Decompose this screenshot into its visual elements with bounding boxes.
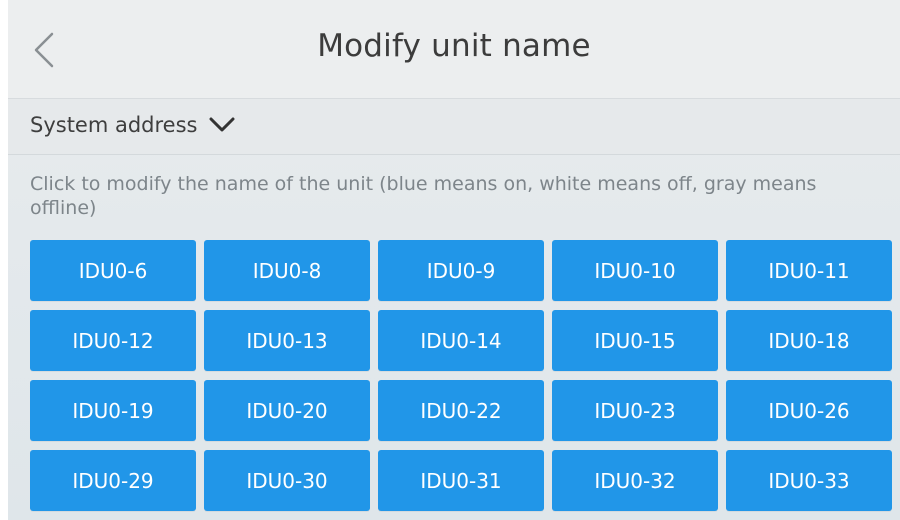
unit-button[interactable]: IDU0-13 xyxy=(204,310,370,371)
unit-button[interactable]: IDU0-19 xyxy=(30,380,196,441)
system-address-label: System address xyxy=(30,113,198,137)
unit-grid: IDU0-6 IDU0-8 IDU0-9 IDU0-10 IDU0-11 IDU… xyxy=(30,240,892,520)
unit-button[interactable]: IDU0-11 xyxy=(726,240,892,301)
unit-button[interactable]: IDU0-18 xyxy=(726,310,892,371)
screen: Modify unit name System address Click to… xyxy=(8,0,900,520)
unit-button[interactable]: IDU0-31 xyxy=(378,450,544,511)
page-title: Modify unit name xyxy=(317,28,591,64)
unit-button[interactable]: IDU0-12 xyxy=(30,310,196,371)
header-bar: Modify unit name xyxy=(8,0,900,99)
unit-button[interactable]: IDU0-8 xyxy=(204,240,370,301)
hint-text: Click to modify the name of the unit (bl… xyxy=(30,173,817,219)
unit-button[interactable]: IDU0-33 xyxy=(726,450,892,511)
unit-button[interactable]: IDU0-6 xyxy=(30,240,196,301)
unit-button[interactable]: IDU0-20 xyxy=(204,380,370,441)
unit-button[interactable]: IDU0-23 xyxy=(552,380,718,441)
unit-button[interactable]: IDU0-10 xyxy=(552,240,718,301)
unit-button[interactable]: IDU0-15 xyxy=(552,310,718,371)
unit-button[interactable]: IDU0-22 xyxy=(378,380,544,441)
system-address-bar: System address xyxy=(8,99,900,155)
unit-button[interactable]: IDU0-26 xyxy=(726,380,892,441)
unit-button[interactable]: IDU0-32 xyxy=(552,450,718,511)
unit-button[interactable]: IDU0-9 xyxy=(378,240,544,301)
system-address-dropdown[interactable]: System address xyxy=(30,113,236,137)
unit-button[interactable]: IDU0-30 xyxy=(204,450,370,511)
chevron-down-icon xyxy=(209,117,234,132)
unit-button[interactable]: IDU0-14 xyxy=(378,310,544,371)
unit-button[interactable]: IDU0-29 xyxy=(30,450,196,511)
